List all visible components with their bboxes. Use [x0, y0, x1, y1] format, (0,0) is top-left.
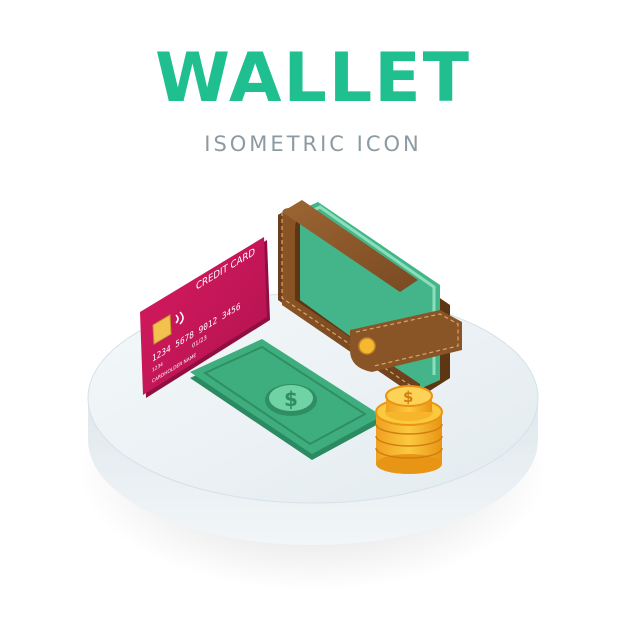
wallet-illustration: CREDIT CARD 1234 5678 9012 3456 01/23 12… — [78, 200, 548, 590]
bill-dollar-sign: $ — [284, 387, 298, 411]
coin-dollar-sign: $ — [403, 388, 413, 406]
